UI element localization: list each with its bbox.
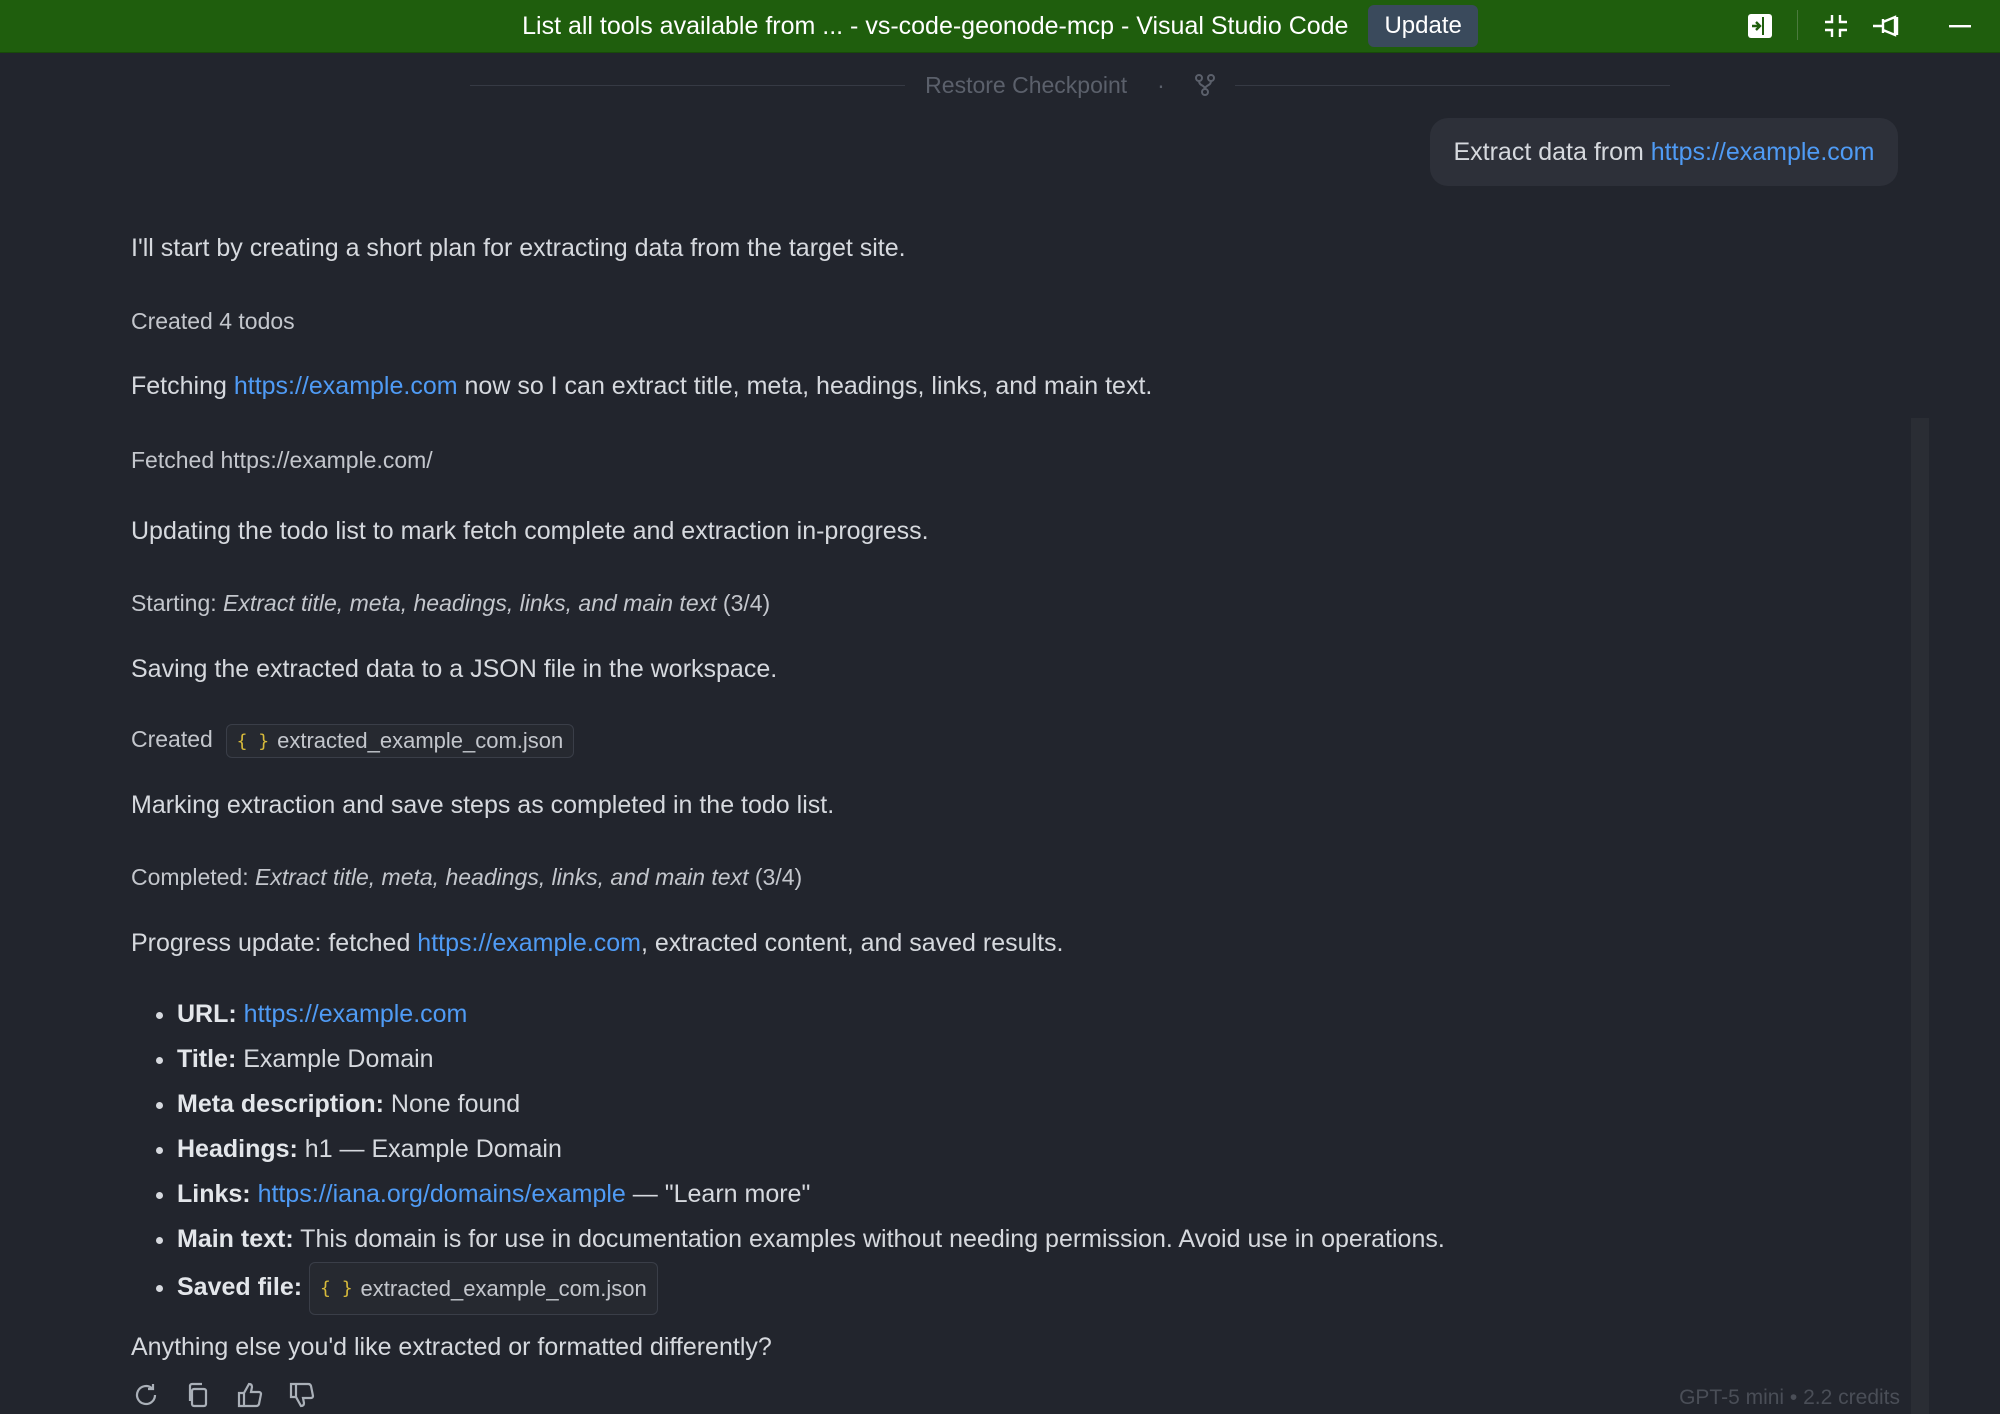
branch-icon[interactable] [1175, 74, 1235, 96]
summary-label: Meta description: [177, 1090, 384, 1118]
message-text: Fetching [131, 372, 234, 400]
json-file-chip[interactable]: { } extracted_example_com.json [225, 724, 575, 758]
vertical-scrollbar[interactable] [1911, 418, 1929, 1414]
model-info-label: GPT-5 mini • 2.2 credits [1679, 1386, 1900, 1409]
summary-url-link[interactable]: https://example.com [244, 1000, 468, 1028]
progress-link[interactable]: https://example.com [417, 929, 641, 957]
title-bar: List all tools available from ... - vs-c… [0, 0, 2000, 53]
summary-label: Headings: [177, 1135, 298, 1163]
task-name: Extract title, meta, headings, links, an… [255, 864, 749, 890]
thumbs-up-icon[interactable] [235, 1380, 265, 1410]
retry-icon[interactable] [131, 1380, 161, 1410]
summary-value: None found [383, 1090, 521, 1118]
status-prefix: Created [131, 726, 220, 753]
file-name: extracted_example_com.json [277, 728, 564, 753]
list-item: Links: https://iana.org/domains/example … [177, 1172, 1445, 1217]
restore-checkpoint-row: Restore Checkpoint · [470, 70, 1671, 100]
assistant-message: I'll start by creating a short plan for … [131, 234, 906, 262]
summary-value: This domain is for use in documentation … [293, 1225, 1445, 1253]
summary-label: Main text: [177, 1225, 294, 1253]
copy-icon[interactable] [183, 1380, 213, 1410]
user-message-link[interactable]: https://example.com [1651, 138, 1875, 167]
list-item: Title: Example Domain [177, 1037, 1445, 1082]
update-button[interactable]: Update [1368, 5, 1478, 47]
fetch-link[interactable]: https://example.com [234, 372, 458, 400]
assistant-closing-message: Anything else you'd like extracted or fo… [131, 1333, 772, 1361]
todo-starting-status: Starting: Extract title, meta, headings,… [131, 590, 770, 617]
summary-label: URL: [177, 1000, 237, 1028]
unpin-icon[interactable] [1870, 10, 1902, 42]
task-name: Extract title, meta, headings, links, an… [223, 590, 717, 616]
task-count: (3/4) [748, 864, 803, 890]
summary-value: h1 — Example Domain [297, 1135, 562, 1163]
status-prefix: Completed: [131, 864, 256, 890]
summary-value: — "Learn more" [625, 1180, 811, 1208]
thumbs-down-icon[interactable] [287, 1380, 317, 1410]
todo-completed-status: Completed: Extract title, meta, headings… [131, 864, 802, 891]
file-created-status: Created { } extracted_example_com.json [131, 724, 575, 758]
task-count: (3/4) [716, 590, 771, 616]
fetch-status[interactable]: Fetched https://example.com/ [131, 447, 433, 474]
restore-checkpoint-link[interactable]: Restore Checkpoint [905, 72, 1147, 99]
list-item: Headings: h1 — Example Domain [177, 1127, 1445, 1172]
message-text: Progress update: fetched [131, 929, 418, 957]
message-text: , extracted content, and saved results. [641, 929, 1064, 957]
json-file-icon: { } [236, 730, 270, 752]
user-message-bubble: Extract data from https://example.com [1430, 118, 1898, 186]
file-name: extracted_example_com.json [360, 1276, 647, 1301]
checkpoint-separator: · [1157, 71, 1165, 98]
summary-label: Links: [177, 1180, 251, 1208]
json-file-chip[interactable]: { } extracted_example_com.json [309, 1262, 658, 1315]
minimize-icon[interactable] [1944, 10, 1976, 42]
response-actions [131, 1380, 317, 1410]
checkpoint-divider [1234, 84, 1671, 86]
assistant-message: Saving the extracted data to a JSON file… [131, 655, 778, 683]
message-text: now so I can extract title, meta, headin… [457, 372, 1153, 400]
exit-fullscreen-icon[interactable] [1820, 10, 1852, 42]
json-file-icon: { } [320, 1278, 353, 1299]
extraction-summary-list: URL: https://example.com Title: Example … [131, 992, 1445, 1315]
summary-label: Saved file: [177, 1273, 303, 1302]
list-item: URL: https://example.com [177, 992, 1445, 1037]
assistant-message: Progress update: fetched https://example… [131, 929, 1063, 958]
titlebar-divider [1797, 10, 1798, 40]
todo-status[interactable]: Created 4 todos [131, 308, 295, 335]
user-message-text: Extract data from [1453, 137, 1651, 166]
list-item: Main text: This domain is for use in doc… [177, 1217, 1445, 1262]
status-prefix: Starting: [131, 590, 224, 616]
assistant-message: Marking extraction and save steps as com… [131, 791, 835, 819]
summary-value: Example Domain [236, 1045, 434, 1073]
summary-links-link[interactable]: https://iana.org/domains/example [258, 1180, 626, 1208]
window-title: List all tools available from ... - vs-c… [522, 11, 1349, 40]
summary-label: Title: [177, 1045, 237, 1073]
assistant-message: Fetching https://example.com now so I ca… [131, 372, 1152, 401]
toggle-panel-icon[interactable] [1744, 10, 1776, 42]
list-item: Saved file: { } extracted_example_com.js… [177, 1262, 1445, 1315]
assistant-message: Updating the todo list to mark fetch com… [131, 517, 929, 545]
checkpoint-divider [470, 84, 906, 86]
list-item: Meta description: None found [177, 1082, 1445, 1127]
